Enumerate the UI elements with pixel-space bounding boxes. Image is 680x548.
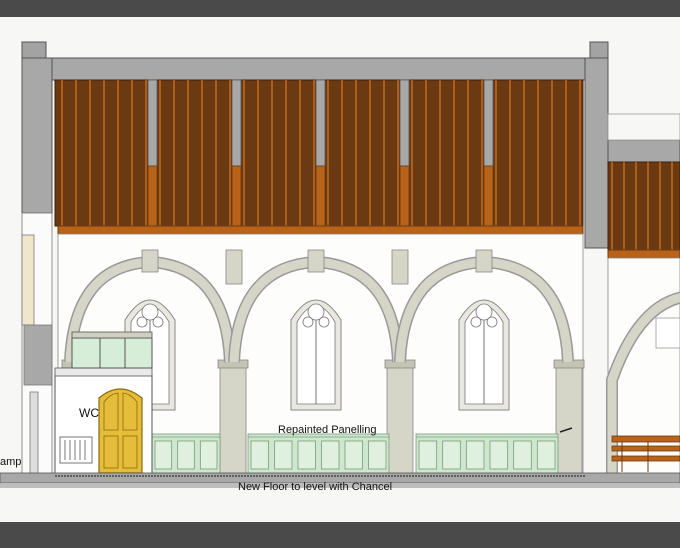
panelling-label: Repainted Panelling (278, 424, 377, 436)
wc-door (98, 388, 143, 474)
chancel-ceiling (607, 161, 680, 251)
pier (217, 359, 249, 475)
timber-ceiling (54, 79, 584, 251)
roof-truss (147, 79, 158, 251)
drawing-canvas (0, 0, 680, 543)
elevation-drawing: WC Repainted Panelling New Floor to leve… (0, 0, 680, 543)
roof-truss (483, 79, 494, 251)
wc-label: WC (79, 406, 99, 420)
pier (553, 359, 585, 475)
roof-truss (399, 79, 410, 251)
left-exterior (21, 212, 53, 476)
floor-label: New Floor to level with Chancel (238, 481, 393, 493)
bay-3-window (458, 299, 510, 411)
ramp-label: amp (0, 456, 22, 468)
radiator (59, 436, 93, 464)
repainted-panelling (151, 433, 559, 475)
roof-truss (315, 79, 326, 251)
roof-truss (231, 79, 242, 251)
chancel-arch (606, 257, 680, 475)
pier (384, 359, 416, 475)
corbel (391, 249, 409, 285)
chancel-wall-plate (607, 249, 680, 259)
corbel (225, 249, 243, 285)
wall-plate (57, 225, 584, 235)
bay-2-window (290, 299, 342, 411)
